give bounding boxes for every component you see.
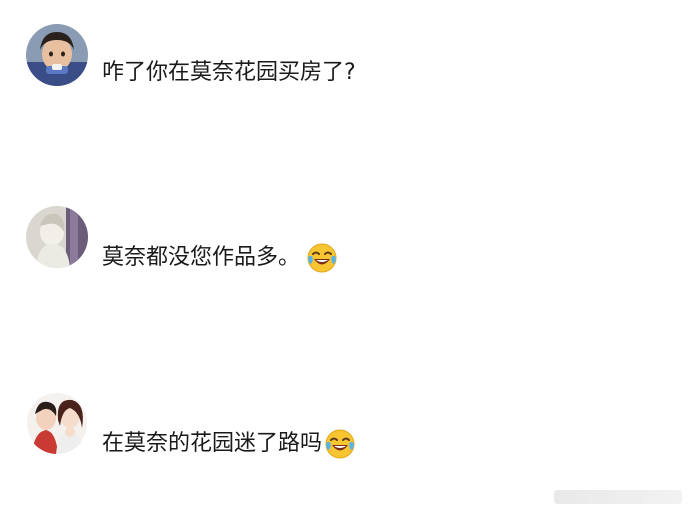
pale-figure-avatar-icon [26, 206, 88, 268]
comment-item: 在莫奈的花园迷了路吗 [0, 392, 690, 472]
comment-body: 莫奈都没您作品多。 [102, 245, 301, 270]
laughing-crying-emoji-icon [306, 242, 338, 274]
watermark-blur [554, 490, 682, 504]
comment-item: 莫奈都没您作品多。 [0, 206, 690, 286]
child-photo-avatar-icon [26, 24, 88, 86]
user-avatar[interactable] [26, 24, 88, 86]
comment-text: 咋了你在莫奈花园买房了? [102, 58, 356, 88]
comment-text: 在莫奈的花园迷了路吗 [102, 428, 356, 460]
comment-item: 咋了你在莫奈花园买房了? [0, 24, 690, 104]
comment-text: 莫奈都没您作品多。 [102, 242, 338, 274]
comment-body: 在莫奈的花园迷了路吗 [102, 431, 323, 456]
comment-body: 咋了你在莫奈花园买房了? [102, 60, 356, 85]
user-avatar[interactable] [26, 206, 88, 268]
laughing-crying-emoji-icon [324, 428, 356, 460]
watermark [554, 488, 682, 506]
user-avatar[interactable] [26, 392, 88, 454]
cartoon-couple-avatar-icon [26, 392, 88, 454]
